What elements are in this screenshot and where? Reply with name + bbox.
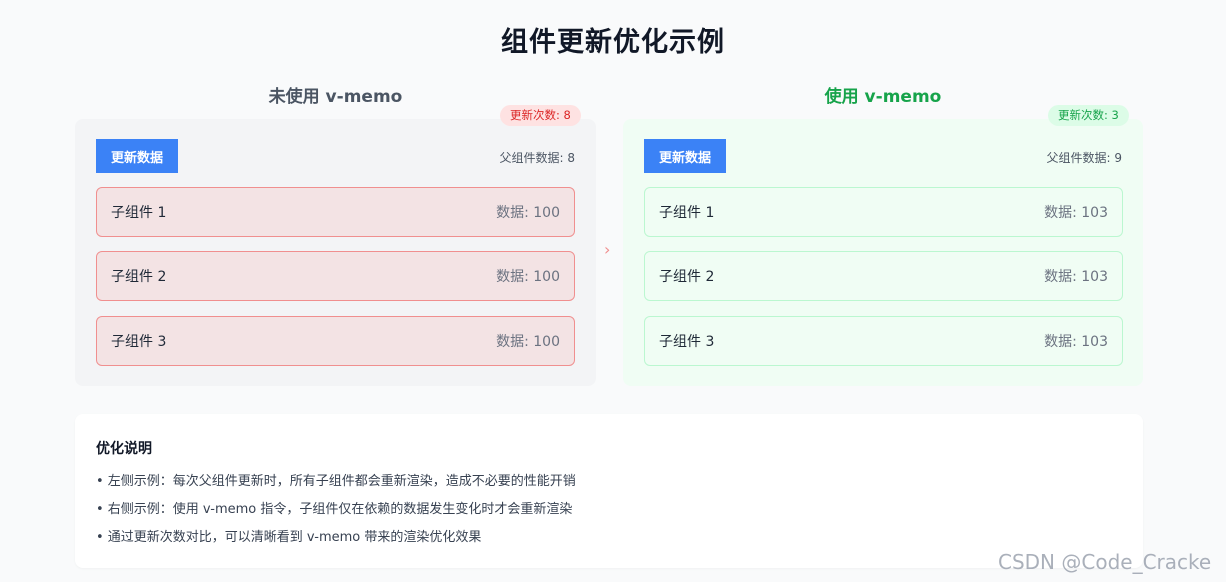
child-data: 数据: 100 xyxy=(496,205,560,221)
child-name: 子组件 1 xyxy=(659,205,715,221)
child-data: 数据: 103 xyxy=(1044,334,1108,350)
child-name: 子组件 3 xyxy=(659,334,715,350)
chevron-right-icon: › xyxy=(604,240,611,259)
watermark: CSDN @Code_Cracke xyxy=(998,550,1212,574)
page: 组件更新优化示例 未使用 v-memo 使用 v-memo 更新数据 父组件数据… xyxy=(0,0,1226,582)
optimization-notes-card: 优化说明 • 左侧示例：每次父组件更新时，所有子组件都会重新渲染，造成不必要的性… xyxy=(75,414,1143,568)
page-title: 组件更新优化示例 xyxy=(501,27,725,58)
notes-item: • 左侧示例：每次父组件更新时，所有子组件都会重新渲染，造成不必要的性能开销 xyxy=(96,474,576,489)
right-parent-data: 父组件数据: 9 xyxy=(1046,151,1123,165)
child-data: 数据: 100 xyxy=(496,334,560,350)
child-data: 数据: 100 xyxy=(496,269,560,285)
right-update-count-badge: 更新次数: 3 xyxy=(1048,105,1129,126)
left-column-heading: 未使用 v-memo xyxy=(268,87,403,107)
notes-item: • 右侧示例：使用 v-memo 指令，子组件仅在依赖的数据发生变化时才会重新渲… xyxy=(96,502,573,517)
right-demo-panel: 更新数据 父组件数据: 9 子组件 1 数据: 103 子组件 2 数据: 10… xyxy=(623,119,1143,386)
child-name: 子组件 3 xyxy=(111,334,167,350)
child-name: 子组件 1 xyxy=(111,205,167,221)
right-column-heading: 使用 v-memo xyxy=(824,87,942,107)
child-data: 数据: 103 xyxy=(1044,205,1108,221)
left-demo-panel: 更新数据 父组件数据: 8 子组件 1 数据: 100 子组件 2 数据: 10… xyxy=(75,119,596,386)
left-parent-data: 父组件数据: 8 xyxy=(499,151,576,165)
right-update-data-button[interactable]: 更新数据 xyxy=(644,139,726,173)
child-name: 子组件 2 xyxy=(111,269,167,285)
left-update-count-badge: 更新次数: 8 xyxy=(500,105,581,126)
right-child-component: 子组件 3 数据: 103 xyxy=(644,316,1123,366)
child-data: 数据: 103 xyxy=(1044,269,1108,285)
child-name: 子组件 2 xyxy=(659,269,715,285)
right-child-component: 子组件 2 数据: 103 xyxy=(644,251,1123,301)
left-child-component: 子组件 3 数据: 100 xyxy=(96,316,575,366)
left-update-data-button[interactable]: 更新数据 xyxy=(96,139,178,173)
right-child-component: 子组件 1 数据: 103 xyxy=(644,187,1123,237)
notes-item: • 通过更新次数对比，可以清晰看到 v-memo 带来的渲染优化效果 xyxy=(96,530,482,545)
left-child-component: 子组件 2 数据: 100 xyxy=(96,251,575,301)
notes-title: 优化说明 xyxy=(96,441,152,457)
left-child-component: 子组件 1 数据: 100 xyxy=(96,187,575,237)
